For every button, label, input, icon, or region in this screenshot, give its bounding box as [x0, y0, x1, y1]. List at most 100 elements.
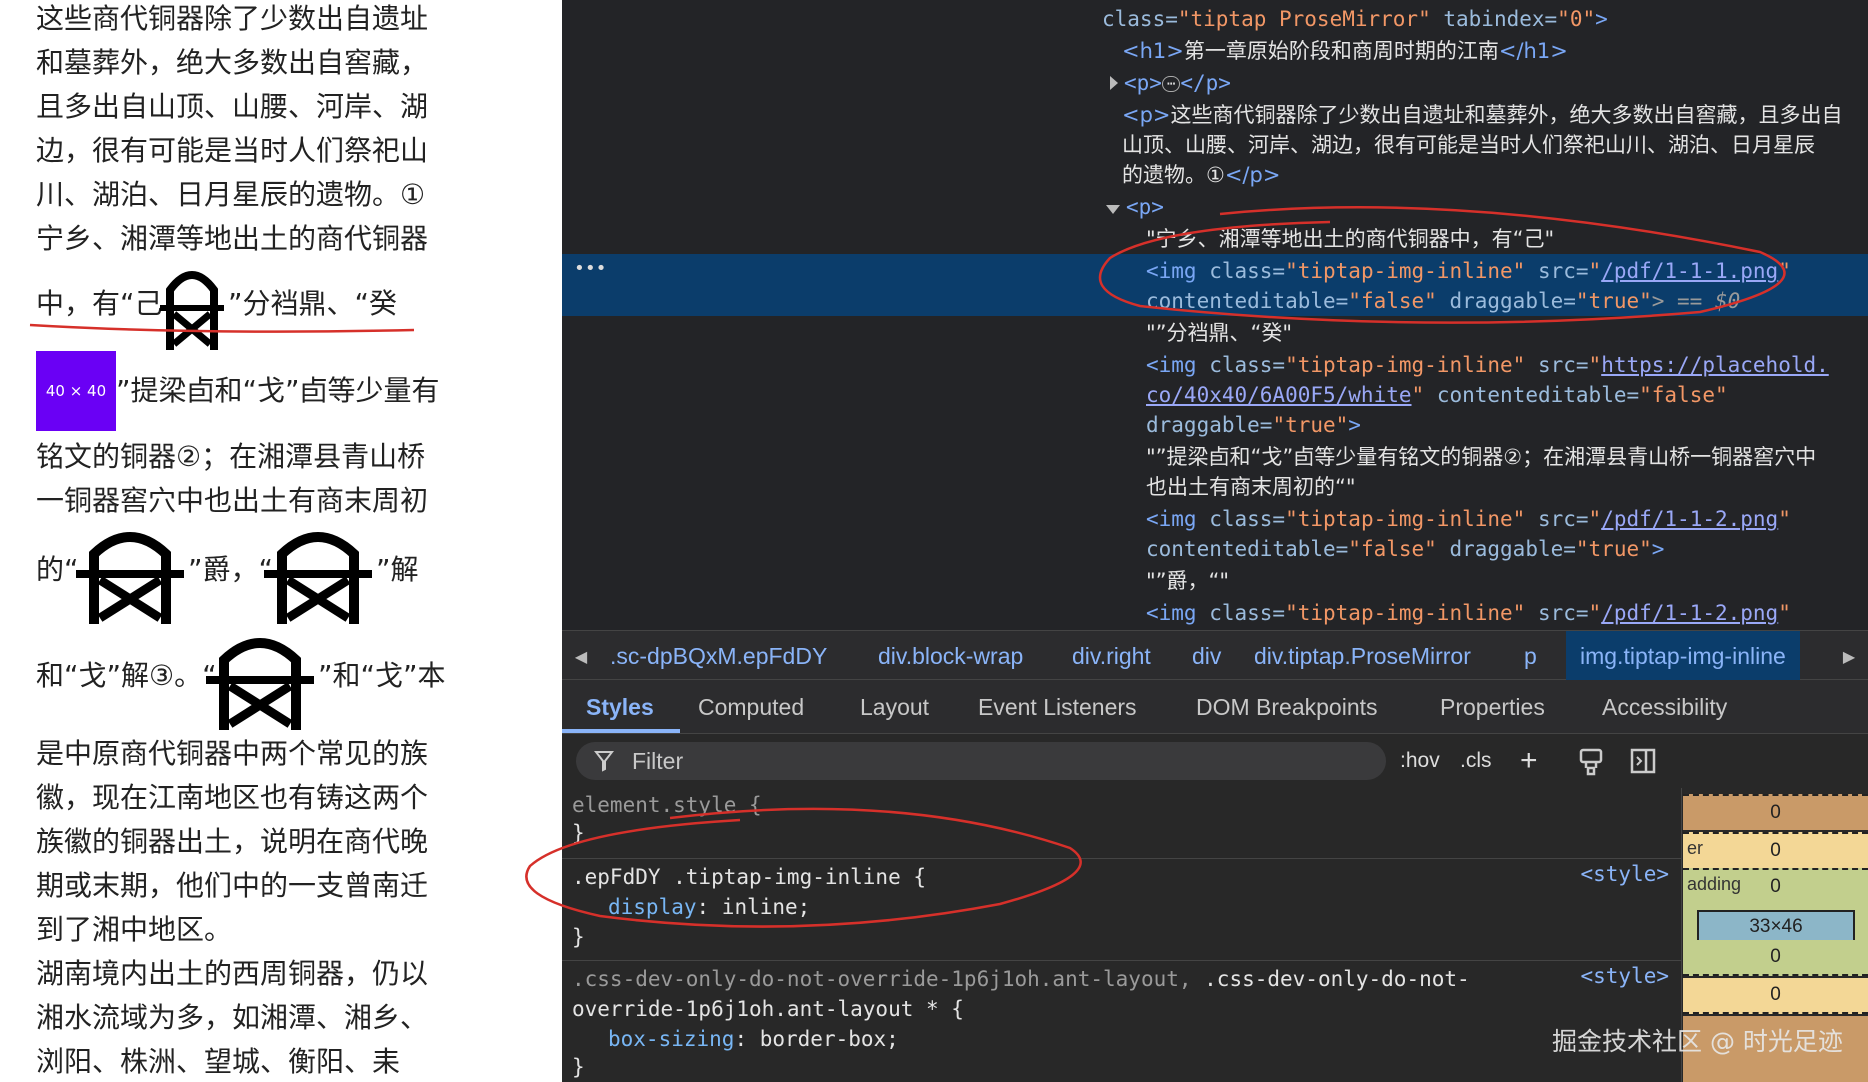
dom-node-line[interactable]: class="tiptap ProseMirror" tabindex="0">	[1102, 4, 1608, 34]
doc-text: ”分裆鼎、“癸	[228, 287, 398, 320]
inline-glyph-image[interactable]	[262, 522, 374, 626]
tab-accessibility[interactable]: Accessibility	[1602, 680, 1727, 734]
dom-attr-line[interactable]: contenteditable="false" draggable="true"…	[1146, 534, 1664, 564]
doc-line: 和墓葬外，绝大多数出自窖藏，	[36, 46, 429, 79]
doc-line: ”提梁卣和“戈”卣等少量有	[116, 374, 440, 407]
hover-state-button[interactable]: :hov	[1400, 742, 1440, 780]
breadcrumb: ◀ .sc-dpBQxM.epFdDY div.block-wrap div.r…	[562, 630, 1868, 681]
breadcrumb-item[interactable]: p	[1524, 631, 1537, 681]
doc-line: 湖南境内出土的西周铜器，仍以	[36, 957, 429, 990]
node-actions-button[interactable]: •••	[574, 258, 607, 279]
css-rule-selector[interactable]: .epFdDY .tiptap-img-inline {	[572, 862, 926, 892]
dom-node-h1[interactable]: <h1>第一章原始阶段和商周时期的江南</h1>	[1122, 36, 1568, 66]
watermark: 掘金技术社区 @ 时光足迹	[1552, 1027, 1843, 1056]
box-model-padding-bottom[interactable]: 0	[1683, 940, 1868, 976]
dom-text-line: 山顶、山腰、河岸、湖边，很有可能是当时人们祭祀山川、湖泊、日月星辰	[1122, 133, 1815, 157]
dom-node-p-collapsed[interactable]: <p> ⋯ </p>	[1110, 68, 1231, 98]
dom-attr-line[interactable]: co/40x40/6A00F5/white" contenteditable="…	[1146, 380, 1728, 410]
filter-icon	[594, 751, 614, 772]
src-link[interactable]: co/40x40/6A00F5/white	[1146, 383, 1412, 407]
elements-tree[interactable]: ••• class="tiptap ProseMirror" tabindex=…	[562, 0, 1868, 630]
style-source-link[interactable]: <style>	[1580, 862, 1669, 886]
breadcrumb-item[interactable]: div.block-wrap	[878, 631, 1023, 681]
doc-text: 中，有“己	[36, 287, 163, 320]
divider	[562, 858, 1681, 859]
breadcrumb-item[interactable]: div.right	[1072, 631, 1151, 681]
expand-arrow-icon[interactable]	[1110, 76, 1118, 90]
doc-line: 宁乡、湘潭等地出土的商代铜器	[36, 222, 429, 255]
tab-computed[interactable]: Computed	[698, 680, 804, 734]
ellipsis-icon[interactable]: ⋯	[1161, 76, 1181, 92]
src-link[interactable]: /pdf/1-1-2.png	[1601, 601, 1778, 625]
css-declaration[interactable]: box-sizing: border-box;	[608, 1024, 899, 1054]
tab-layout[interactable]: Layout	[860, 680, 929, 734]
inline-glyph-image[interactable]	[74, 522, 186, 626]
doc-line: 中，有“己	[36, 287, 163, 321]
dom-node-img[interactable]: <img class="tiptap-img-inline" src="http…	[1146, 350, 1829, 380]
doc-line: 且多出自山顶、山腰、河岸、湖	[36, 90, 429, 123]
class-toggle-button[interactable]: .cls	[1460, 742, 1492, 780]
style-source-link[interactable]: <style>	[1580, 964, 1669, 988]
filter-input[interactable]	[632, 746, 1332, 776]
src-link[interactable]: /pdf/1-1-1.png	[1601, 259, 1778, 283]
breadcrumb-item[interactable]: div.tiptap.ProseMirror	[1254, 631, 1471, 681]
dom-text-node[interactable]: "”分裆鼎、“癸"	[1146, 318, 1292, 348]
tab-styles[interactable]: Styles	[586, 680, 654, 734]
inline-glyph-image[interactable]	[156, 262, 228, 352]
box-model-border-bottom[interactable]: 0	[1683, 978, 1868, 1014]
breadcrumb-item[interactable]: .sc-dpBQxM.epFdDY	[610, 631, 827, 681]
toggle-sidebar-icon[interactable]	[1630, 748, 1656, 774]
dom-node-img-selected[interactable]: <img class="tiptap-img-inline" src="/pdf…	[1146, 256, 1791, 286]
element-style-rule[interactable]: element.style {	[572, 790, 762, 820]
doc-line: ”爵，“	[188, 553, 274, 586]
dom-attr-line[interactable]: contenteditable="false" draggable="true"…	[1146, 286, 1740, 316]
doc-line: 浏阳、株洲、望城、衡阳、耒	[36, 1045, 401, 1078]
document-pane: 这些商代铜器除了少数出自遗址 和墓葬外，绝大多数出自窖藏， 且多出自山顶、山腰、…	[0, 0, 562, 1082]
doc-line: 族徽的铜器出土，说明在商代晚	[36, 825, 429, 858]
dom-text-line: 也出土有商末周初的“"	[1146, 475, 1356, 499]
css-declaration[interactable]: display: inline;	[608, 892, 810, 922]
tab-properties[interactable]: Properties	[1440, 680, 1545, 734]
dom-text-node[interactable]: "”爵，“"	[1146, 566, 1229, 596]
styles-toolbar: :hov .cls +	[562, 734, 1682, 788]
collapse-arrow-icon[interactable]	[1106, 205, 1120, 214]
rule-close: }	[572, 925, 585, 949]
css-rule-selector[interactable]: .css-dev-only-do-not-override-1p6j1oh.an…	[572, 964, 1470, 994]
dom-node-p-expanded[interactable]: <p>	[1106, 192, 1164, 222]
box-model-label: er	[1687, 838, 1704, 858]
inline-glyph-image[interactable]	[204, 628, 316, 732]
dom-node-img[interactable]: <img class="tiptap-img-inline" src="/pdf…	[1146, 504, 1791, 534]
breadcrumb-item[interactable]: div	[1192, 631, 1221, 681]
doc-line: 湘水流域为多，如湘潭、湘乡、	[36, 1001, 429, 1034]
dom-text-node[interactable]: "宁乡、湘潭等地出土的商代铜器中，有“己"	[1146, 224, 1554, 254]
breadcrumb-scroll-left-icon[interactable]: ◀	[562, 631, 600, 681]
doc-line: 一铜器窖穴中也出土有商末周初	[36, 484, 429, 517]
dom-text-node[interactable]: "”提梁卣和“戈”卣等少量有铭文的铜器②；在湘潭县青山桥一铜器窖穴中	[1146, 442, 1816, 472]
tab-dom-breakpoints[interactable]: DOM Breakpoints	[1196, 680, 1378, 734]
doc-line: 这些商代铜器除了少数出自遗址	[36, 2, 429, 35]
dom-attr-line[interactable]: draggable="true">	[1146, 410, 1361, 440]
rule-close: }	[572, 821, 585, 845]
dom-node-img[interactable]: <img class="tiptap-img-inline" src="/pdf…	[1146, 598, 1791, 628]
doc-line: 是中原商代铜器中两个常见的族	[36, 737, 429, 770]
paint-brush-icon[interactable]	[1578, 748, 1604, 776]
dom-node-p[interactable]: <p>这些商代铜器除了少数出自遗址和墓葬外，绝大多数出自窖藏，且多出自	[1122, 100, 1843, 130]
box-model-content[interactable]: 33×46	[1697, 910, 1855, 944]
doc-line: ”解	[376, 553, 419, 586]
box-model-border[interactable]: 0	[1683, 832, 1868, 868]
tab-event-listeners[interactable]: Event Listeners	[978, 680, 1137, 734]
doc-line: 川、湖泊、日月星辰的遗物。①	[36, 178, 426, 211]
styles-pane: element.style { } .epFdDY .tiptap-img-in…	[562, 788, 1682, 1082]
active-tab-indicator	[562, 729, 680, 733]
doc-line: 期或末期，他们中的一支曾南迁	[36, 869, 429, 902]
src-link[interactable]: /pdf/1-1-2.png	[1601, 507, 1778, 531]
rule-close: }	[572, 1055, 585, 1079]
box-model-label: adding	[1687, 874, 1742, 894]
placeholder-image[interactable]: 40 × 40	[36, 351, 116, 431]
box-model-margin[interactable]: 0	[1683, 794, 1868, 830]
breadcrumb-item-active[interactable]: img.tiptap-img-inline	[1566, 631, 1800, 681]
src-link[interactable]: https://placehold.	[1601, 353, 1829, 377]
doc-line: 的“	[36, 553, 79, 586]
breadcrumb-scroll-right-icon[interactable]: ▶	[1830, 631, 1868, 681]
new-rule-button[interactable]: +	[1520, 742, 1538, 780]
